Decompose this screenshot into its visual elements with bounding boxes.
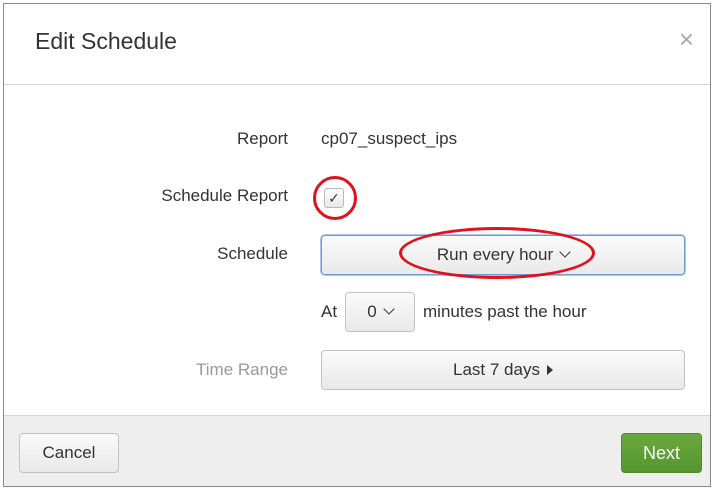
schedule-report-checkbox[interactable]: ✓ (324, 188, 344, 208)
dialog-title: Edit Schedule (35, 28, 177, 54)
cancel-button[interactable]: Cancel (19, 433, 119, 473)
time-range-picker[interactable]: Last 7 days (321, 350, 685, 390)
schedule-report-label: Schedule Report (161, 186, 288, 205)
time-range-label: Time Range (196, 360, 288, 379)
time-range-value: Last 7 days (453, 360, 540, 379)
schedule-value: Run every hour (436, 245, 554, 264)
at-label: At (321, 302, 338, 321)
dialog-header: Edit Schedule × (4, 4, 710, 85)
close-icon[interactable]: × (679, 26, 694, 52)
chevron-down-icon (383, 303, 395, 315)
edit-schedule-dialog: Edit Schedule × Report cp07_suspect_ips … (3, 3, 711, 487)
dialog-body: Report cp07_suspect_ips Schedule Report … (4, 85, 710, 418)
schedule-dropdown[interactable]: Run every hour (321, 235, 685, 275)
dialog-footer: Cancel Next (4, 415, 710, 486)
schedule-label: Schedule (217, 244, 288, 263)
report-name: cp07_suspect_ips (321, 129, 458, 148)
next-button[interactable]: Next (621, 433, 702, 473)
report-label: Report (236, 129, 288, 148)
chevron-down-icon (559, 246, 571, 258)
minute-value: 0 (367, 302, 377, 321)
checkmark-icon: ✓ (328, 190, 340, 206)
minute-dropdown[interactable]: 0 (345, 292, 415, 332)
minutes-suffix: minutes past the hour (423, 302, 587, 321)
caret-right-icon (546, 365, 553, 375)
